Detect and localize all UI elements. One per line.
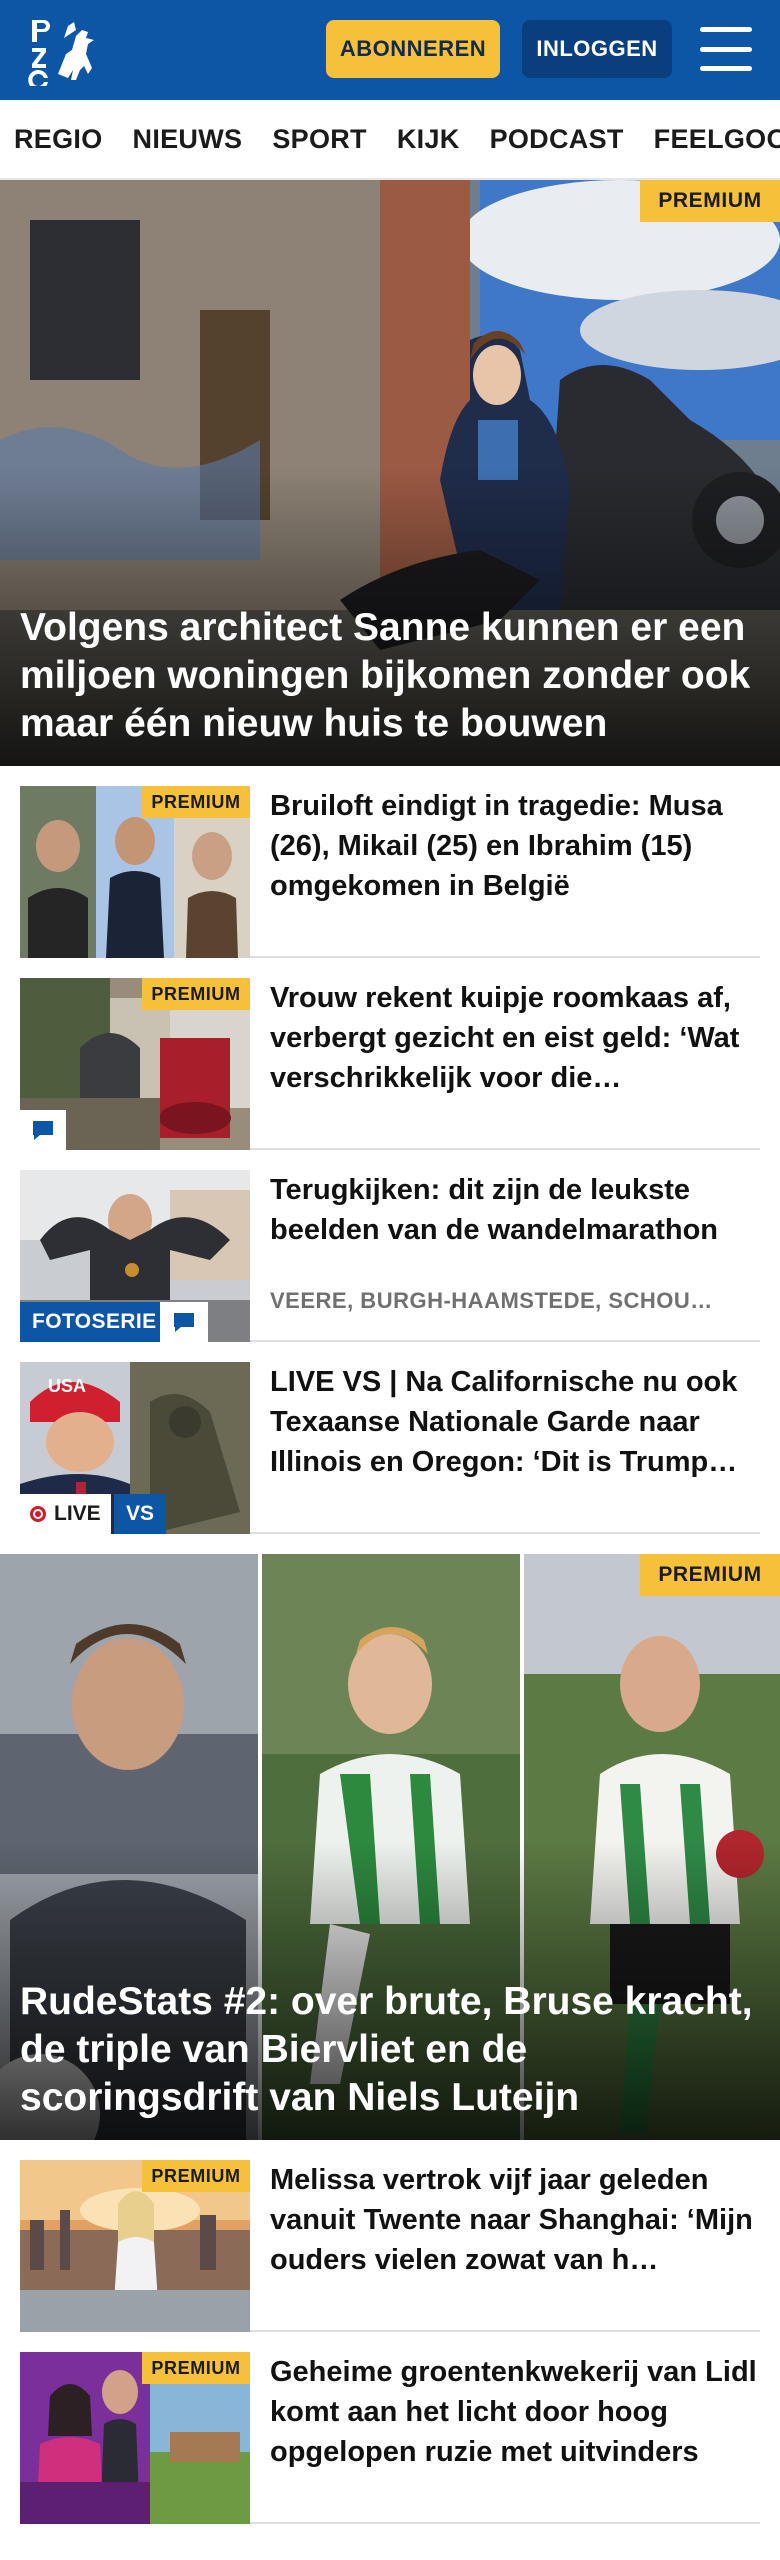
nav-item-podcast[interactable]: PODCAST [490, 124, 624, 155]
hamburger-menu-icon[interactable] [700, 27, 752, 71]
svg-text:USA: USA [48, 1376, 86, 1396]
menu-line [700, 66, 752, 71]
live-badge: LIVE [20, 1494, 111, 1534]
premium-badge: PREMIUM [142, 2160, 250, 2192]
section-nav: REGIO NIEUWS SPORT KIJK PODCAST FEELGOOD [0, 100, 780, 180]
article-thumbnail[interactable]: USA LIVE VS [20, 1362, 250, 1534]
article-title[interactable]: Melissa vertrok vijf jaar geleden vanuit… [270, 2160, 760, 2280]
premium-badge: PREMIUM [142, 786, 250, 818]
article-title[interactable]: Terugkijken: dit zijn de leukste beelden… [270, 1170, 760, 1250]
subscribe-button[interactable]: ABONNEREN [326, 20, 500, 78]
hero-article-rudestats[interactable]: PREMIUM RudeStats #2: over brute, Bruse … [0, 1554, 780, 2140]
premium-badge: PREMIUM [640, 1554, 780, 1596]
article-body: Melissa vertrok vijf jaar geleden vanuit… [270, 2160, 760, 2310]
hero-article-architect[interactable]: PREMIUM Volgens architect Sanne kunnen e… [0, 180, 780, 766]
article-location: VEERE, BURGH-HAAMSTEDE, SCHOU… [270, 1288, 713, 1313]
article-body: Terugkijken: dit zijn de leukste beelden… [270, 1170, 760, 1320]
live-dot-icon [30, 1506, 46, 1522]
pzc-logo[interactable] [24, 10, 112, 90]
nav-item-nieuws[interactable]: NIEUWS [133, 124, 243, 155]
premium-badge: PREMIUM [142, 2352, 250, 2384]
menu-line [700, 46, 752, 52]
article-thumbnail[interactable]: PREMIUM [20, 2160, 250, 2332]
comment-icon[interactable] [20, 1110, 66, 1150]
live-label: LIVE [54, 1502, 101, 1525]
nav-item-sport[interactable]: SPORT [272, 124, 367, 155]
login-button[interactable]: INLOGGEN [522, 20, 672, 78]
nav-item-feelgood[interactable]: FEELGOOD [654, 124, 780, 155]
article-title[interactable]: Vrouw rekent kuipje roomkaas af, verberg… [270, 978, 760, 1098]
article-body: Bruiloft eindigt in tragedie: Musa (26),… [270, 786, 760, 936]
vs-badge: VS [114, 1494, 166, 1534]
list-item[interactable]: FOTOSERIE Terugkijken: dit zijn de leuks… [20, 1150, 760, 1342]
article-title[interactable]: Geheime groentenkwekerij van Lidl komt a… [270, 2352, 760, 2472]
comment-bubble-icon [174, 1313, 194, 1332]
list-item[interactable]: PREMIUM Bruiloft eindigt in tragedie: Mu… [20, 766, 760, 958]
article-body: Vrouw rekent kuipje roomkaas af, verberg… [270, 978, 760, 1128]
premium-badge: PREMIUM [640, 180, 780, 222]
article-list-1: PREMIUM Bruiloft eindigt in tragedie: Mu… [0, 766, 780, 1534]
list-item[interactable]: PREMIUM Vrouw rekent kuipje roomkaas af,… [20, 958, 760, 1150]
cap-text: USA [48, 1376, 86, 1396]
article-thumbnail[interactable]: PREMIUM [20, 786, 250, 958]
comment-bubble-icon [33, 1121, 53, 1140]
article-list-2: PREMIUM Melissa vertrok vijf jaar gelede… [0, 2140, 780, 2524]
hero-title[interactable]: RudeStats #2: over brute, Bruse kracht, … [20, 1978, 756, 2122]
premium-badge: PREMIUM [142, 978, 250, 1010]
fotoserie-label: FOTOSERIE [20, 1302, 169, 1342]
logo-icon [28, 20, 94, 86]
list-item[interactable]: PREMIUM Melissa vertrok vijf jaar gelede… [20, 2140, 760, 2332]
article-body: Geheime groentenkwekerij van Lidl komt a… [270, 2352, 760, 2502]
nav-item-regio[interactable]: REGIO [14, 124, 103, 155]
article-thumbnail[interactable]: PREMIUM [20, 978, 250, 1150]
article-thumbnail[interactable]: FOTOSERIE [20, 1170, 250, 1342]
comment-icon[interactable] [160, 1302, 208, 1342]
list-item[interactable]: USA LIVE VS LIVE VS | Na Californische n… [20, 1342, 760, 1534]
list-item[interactable]: PREMIUM Geheime groentenkwekerij van Lid… [20, 2332, 760, 2524]
article-body: LIVE VS | Na Californische nu ook Texaan… [270, 1362, 760, 1512]
article-title[interactable]: Bruiloft eindigt in tragedie: Musa (26),… [270, 786, 760, 906]
nav-item-kijk[interactable]: KIJK [397, 124, 460, 155]
article-thumbnail[interactable]: PREMIUM [20, 2352, 250, 2524]
hero-title[interactable]: Volgens architect Sanne kunnen er een mi… [20, 604, 756, 748]
top-header: ABONNEREN INLOGGEN [0, 0, 780, 100]
menu-line [700, 27, 752, 32]
article-title[interactable]: LIVE VS | Na Californische nu ook Texaan… [270, 1362, 760, 1482]
